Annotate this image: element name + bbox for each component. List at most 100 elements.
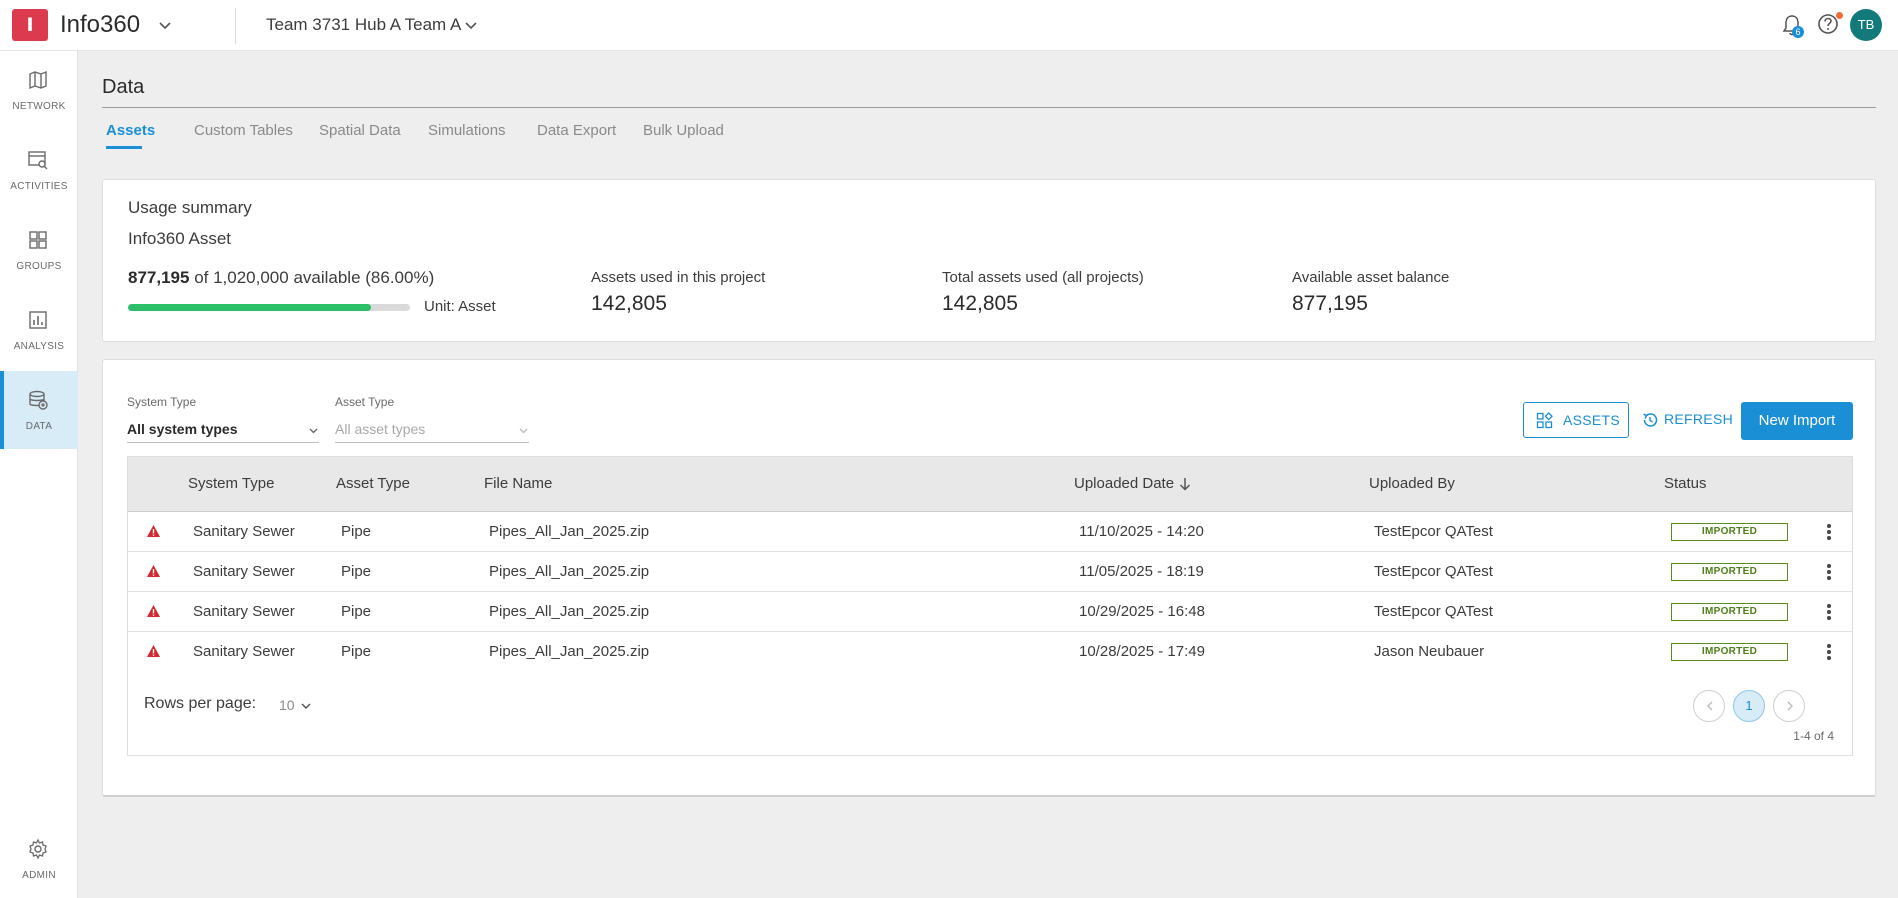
app-title[interactable]: Info360 [60,11,140,39]
rows-per-page-label: Rows per page: [144,695,257,712]
tab-bulk-upload[interactable]: Bulk Upload [643,122,724,139]
sidebar: NETWORK ACTIVITIES GROUPS ANALYSIS DATA … [0,51,78,898]
chevron-down-icon [309,428,318,434]
assets-button[interactable]: ASSETS [1523,402,1629,438]
asset-type-select[interactable]: All asset types [335,417,529,443]
more-options-icon[interactable] [1826,523,1832,541]
sidebar-item-data[interactable]: DATA [0,371,78,449]
system-type-label: System Type [127,395,197,409]
sidebar-item-network[interactable]: NETWORK [0,51,78,129]
usage-summary-card: Usage summary Info360 Asset 877,195 of 1… [102,179,1876,342]
cell-file-name: Pipes_All_Jan_2025.zip [489,643,650,660]
chevron-down-icon[interactable] [157,17,173,33]
more-options-icon[interactable] [1826,643,1832,661]
app-logo[interactable]: I [12,9,48,41]
column-header-uploaded-date[interactable]: Uploaded Date [1074,475,1174,492]
sidebar-item-admin[interactable]: ADMIN [0,820,78,898]
table-header: System Type Asset Type File Name Uploade… [128,457,1852,512]
column-header-asset-type[interactable]: Asset Type [336,475,410,492]
stat-label: Assets used in this project [591,269,766,286]
page-number-button[interactable]: 1 [1733,690,1765,722]
gear-icon [29,838,47,860]
refresh-button[interactable]: REFRESH [1639,402,1733,438]
stat-value: 142,805 [942,292,1018,315]
cell-asset-type: Pipe [341,523,372,540]
analysis-icon [29,311,47,329]
usage-progress-fill [128,304,371,311]
notification-badge: 6 [1792,26,1804,38]
usage-subheading: Info360 Asset [128,229,232,248]
system-type-select[interactable]: All system types [127,417,319,443]
table-row[interactable]: Sanitary Sewer Pipe Pipes_All_Jan_2025.z… [128,592,1852,632]
available-text: of 1,020,000 available (86.00%) [194,268,435,287]
warning-icon [147,645,160,657]
tab-spatial-data[interactable]: Spatial Data [319,122,401,139]
new-import-button[interactable]: New Import [1741,402,1853,440]
cell-asset-type: Pipe [341,563,372,580]
rows-per-page-select[interactable]: 10 [279,697,295,713]
table-row[interactable]: Sanitary Sewer Pipe Pipes_All_Jan_2025.z… [128,632,1852,672]
cell-uploaded-by: TestEpcor QATest [1374,563,1493,580]
chevron-left-icon [1707,701,1713,711]
imports-card: System Type All system types Asset Type … [102,359,1876,797]
more-options-icon[interactable] [1826,563,1832,581]
map-icon [29,70,47,90]
hub-selector[interactable]: Team 3731 Hub A Team A [266,15,461,35]
pagination-range: 1-4 of 4 [1793,729,1834,743]
next-page-button[interactable] [1773,690,1805,722]
column-header-system-type[interactable]: System Type [188,475,274,492]
sort-descending-icon[interactable] [1178,476,1192,492]
previous-page-button[interactable] [1693,690,1725,722]
divider [235,8,236,44]
status-badge: IMPORTED [1671,643,1788,661]
top-bar: I Info360 Team 3731 Hub A Team A 6 TB [0,0,1898,51]
cell-asset-type: Pipe [341,603,372,620]
groups-icon [29,231,47,249]
assets-button-label: ASSETS [1563,412,1621,428]
available-value: 877,195 [128,268,190,287]
column-header-uploaded-by[interactable]: Uploaded By [1369,475,1455,492]
table-row[interactable]: Sanitary Sewer Pipe Pipes_All_Jan_2025.z… [128,552,1852,592]
unit-label: Unit: Asset [424,298,496,315]
user-avatar[interactable]: TB [1850,9,1882,41]
sidebar-item-label: NETWORK [12,101,66,112]
stat-label: Available asset balance [1292,269,1450,286]
cell-file-name: Pipes_All_Jan_2025.zip [489,603,650,620]
usage-progress-bar [128,304,410,311]
stat-total-assets: Total assets used (all projects) 142,805 [942,269,1144,316]
usage-heading: Usage summary [128,198,252,217]
asset-type-placeholder: All asset types [335,421,426,437]
cell-system-type: Sanitary Sewer [193,643,295,660]
database-icon [29,390,48,410]
chevron-right-icon [1787,701,1793,711]
tab-data-export[interactable]: Data Export [537,122,616,139]
chevron-down-icon [519,428,528,434]
sidebar-item-groups[interactable]: GROUPS [0,211,78,289]
stat-project-assets: Assets used in this project 142,805 [591,269,765,316]
asset-type-label: Asset Type [335,395,395,409]
system-type-value: All system types [127,421,238,437]
cell-system-type: Sanitary Sewer [193,523,295,540]
status-badge: IMPORTED [1671,523,1788,541]
sidebar-item-label: DATA [25,421,53,432]
assets-icon [1536,412,1553,429]
refresh-icon [1643,413,1658,427]
warning-icon [147,565,160,577]
column-header-status[interactable]: Status [1664,475,1707,492]
table-row[interactable]: Sanitary Sewer Pipe Pipes_All_Jan_2025.z… [128,512,1852,552]
sidebar-item-analysis[interactable]: ANALYSIS [0,291,78,369]
tab-custom-tables[interactable]: Custom Tables [194,122,293,139]
status-badge: IMPORTED [1671,563,1788,581]
more-options-icon[interactable] [1826,603,1832,621]
sidebar-item-activities[interactable]: ACTIVITIES [0,131,78,209]
column-header-file-name[interactable]: File Name [484,475,552,492]
chevron-down-icon[interactable] [463,17,479,33]
sidebar-item-label: ANALYSIS [13,341,65,352]
stat-value: 142,805 [591,292,667,315]
cell-asset-type: Pipe [341,643,372,660]
imports-table: System Type Asset Type File Name Uploade… [127,456,1853,756]
page-title: Data [102,76,145,98]
tab-simulations[interactable]: Simulations [428,122,506,139]
tab-assets[interactable]: Assets [106,122,155,139]
chevron-down-icon[interactable] [300,700,312,712]
